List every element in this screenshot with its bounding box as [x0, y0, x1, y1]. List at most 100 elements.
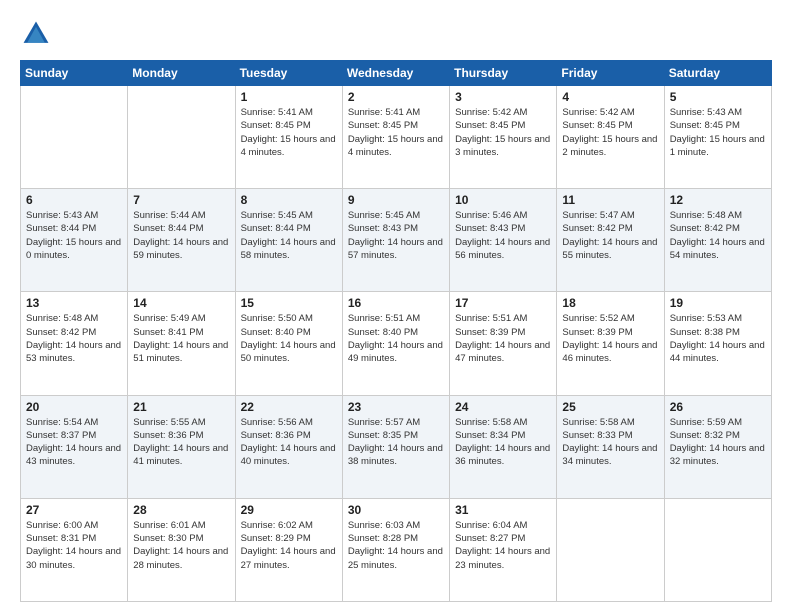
calendar-cell: 30 Sunrise: 6:03 AMSunset: 8:28 PMDayligh…: [342, 498, 449, 601]
day-info: Sunrise: 5:45 AMSunset: 8:43 PMDaylight:…: [348, 209, 444, 262]
calendar-cell: 1Sunrise: 5:41 AMSunset: 8:45 PMDaylight…: [235, 86, 342, 189]
day-info: Sunrise: 6:01 AMSunset: 8:30 PMDaylight:…: [133, 519, 229, 572]
day-number: 28: [133, 503, 229, 517]
day-number: 4: [562, 90, 658, 104]
day-info: Sunrise: 5:58 AMSunset: 8:34 PMDaylight:…: [455, 416, 551, 469]
calendar-cell: 2 Sunrise: 5:41 AMSunset: 8:45 PMDaylight…: [342, 86, 449, 189]
day-number: 24: [455, 400, 551, 414]
day-info: Sunrise: 5:51 AMSunset: 8:40 PMDaylight:…: [348, 312, 444, 365]
calendar-week-row: 20 Sunrise: 5:54 AMSunset: 8:37 PMDayligh…: [21, 395, 772, 498]
calendar-cell: 22Sunrise: 5:56 AMSunset: 8:36 PMDayligh…: [235, 395, 342, 498]
weekday-header: Friday: [557, 61, 664, 86]
day-info: Sunrise: 5:43 AMSunset: 8:44 PMDaylight:…: [26, 209, 122, 262]
day-number: 11: [562, 193, 658, 207]
calendar-cell: 6Sunrise: 5:43 AMSunset: 8:44 PMDaylight…: [21, 189, 128, 292]
day-info: Sunrise: 5:43 AMSunset: 8:45 PMDaylight:…: [670, 106, 766, 159]
day-info: Sunrise: 5:54 AMSunset: 8:37 PMDaylight:…: [26, 416, 122, 469]
calendar-cell: 25Sunrise: 5:58 AMSunset: 8:33 PMDayligh…: [557, 395, 664, 498]
day-info: Sunrise: 5:42 AMSunset: 8:45 PMDaylight:…: [455, 106, 551, 159]
calendar-cell: 10 Sunrise: 5:46 AMSunset: 8:43 PMDayligh…: [450, 189, 557, 292]
day-info: Sunrise: 5:48 AMSunset: 8:42 PMDaylight:…: [26, 312, 122, 365]
calendar-cell: 29Sunrise: 6:02 AMSunset: 8:29 PMDayligh…: [235, 498, 342, 601]
day-info: Sunrise: 5:51 AMSunset: 8:39 PMDaylight:…: [455, 312, 551, 365]
calendar-cell: 14 Sunrise: 5:49 AMSunset: 8:41 PMDayligh…: [128, 292, 235, 395]
header: [20, 18, 772, 50]
weekday-header: Wednesday: [342, 61, 449, 86]
day-info: Sunrise: 5:44 AMSunset: 8:44 PMDaylight:…: [133, 209, 229, 262]
calendar-cell: [664, 498, 771, 601]
calendar-cell: 13 Sunrise: 5:48 AMSunset: 8:42 PMDayligh…: [21, 292, 128, 395]
day-number: 29: [241, 503, 337, 517]
day-number: 30: [348, 503, 444, 517]
day-info: Sunrise: 5:59 AMSunset: 8:32 PMDaylight:…: [670, 416, 766, 469]
calendar-cell: 31 Sunrise: 6:04 AMSunset: 8:27 PMDayligh…: [450, 498, 557, 601]
day-number: 26: [670, 400, 766, 414]
day-info: Sunrise: 5:45 AMSunset: 8:44 PMDaylight:…: [241, 209, 337, 262]
day-number: 2: [348, 90, 444, 104]
day-info: Sunrise: 5:49 AMSunset: 8:41 PMDaylight:…: [133, 312, 229, 365]
calendar-cell: 18Sunrise: 5:52 AMSunset: 8:39 PMDayligh…: [557, 292, 664, 395]
day-number: 27: [26, 503, 122, 517]
calendar-cell: [21, 86, 128, 189]
logo: [20, 18, 56, 50]
day-info: Sunrise: 5:57 AMSunset: 8:35 PMDaylight:…: [348, 416, 444, 469]
calendar-cell: 9 Sunrise: 5:45 AMSunset: 8:43 PMDaylight…: [342, 189, 449, 292]
calendar-cell: 12 Sunrise: 5:48 AMSunset: 8:42 PMDayligh…: [664, 189, 771, 292]
day-number: 15: [241, 296, 337, 310]
calendar-cell: 3 Sunrise: 5:42 AMSunset: 8:45 PMDaylight…: [450, 86, 557, 189]
day-number: 19: [670, 296, 766, 310]
calendar-cell: 7 Sunrise: 5:44 AMSunset: 8:44 PMDaylight…: [128, 189, 235, 292]
day-info: Sunrise: 5:55 AMSunset: 8:36 PMDaylight:…: [133, 416, 229, 469]
day-info: Sunrise: 5:53 AMSunset: 8:38 PMDaylight:…: [670, 312, 766, 365]
day-number: 18: [562, 296, 658, 310]
weekday-header: Monday: [128, 61, 235, 86]
weekday-header: Saturday: [664, 61, 771, 86]
calendar-cell: 28 Sunrise: 6:01 AMSunset: 8:30 PMDayligh…: [128, 498, 235, 601]
day-number: 13: [26, 296, 122, 310]
day-number: 14: [133, 296, 229, 310]
weekday-header: Tuesday: [235, 61, 342, 86]
day-number: 22: [241, 400, 337, 414]
day-info: Sunrise: 5:47 AMSunset: 8:42 PMDaylight:…: [562, 209, 658, 262]
day-info: Sunrise: 5:50 AMSunset: 8:40 PMDaylight:…: [241, 312, 337, 365]
weekday-header: Thursday: [450, 61, 557, 86]
day-info: Sunrise: 6:00 AMSunset: 8:31 PMDaylight:…: [26, 519, 122, 572]
calendar-cell: [128, 86, 235, 189]
day-number: 23: [348, 400, 444, 414]
page: SundayMondayTuesdayWednesdayThursdayFrid…: [0, 0, 792, 612]
calendar-cell: 24 Sunrise: 5:58 AMSunset: 8:34 PMDayligh…: [450, 395, 557, 498]
day-number: 25: [562, 400, 658, 414]
calendar-week-row: 6Sunrise: 5:43 AMSunset: 8:44 PMDaylight…: [21, 189, 772, 292]
calendar-cell: 19 Sunrise: 5:53 AMSunset: 8:38 PMDayligh…: [664, 292, 771, 395]
calendar-week-row: 27 Sunrise: 6:00 AMSunset: 8:31 PMDayligh…: [21, 498, 772, 601]
day-info: Sunrise: 6:03 AMSunset: 8:28 PMDaylight:…: [348, 519, 444, 572]
day-number: 7: [133, 193, 229, 207]
day-number: 12: [670, 193, 766, 207]
calendar-cell: 16 Sunrise: 5:51 AMSunset: 8:40 PMDayligh…: [342, 292, 449, 395]
weekday-header: Sunday: [21, 61, 128, 86]
calendar-cell: 23 Sunrise: 5:57 AMSunset: 8:35 PMDayligh…: [342, 395, 449, 498]
day-info: Sunrise: 6:04 AMSunset: 8:27 PMDaylight:…: [455, 519, 551, 572]
day-number: 20: [26, 400, 122, 414]
weekday-header-row: SundayMondayTuesdayWednesdayThursdayFrid…: [21, 61, 772, 86]
calendar-week-row: 13 Sunrise: 5:48 AMSunset: 8:42 PMDayligh…: [21, 292, 772, 395]
day-number: 16: [348, 296, 444, 310]
day-number: 10: [455, 193, 551, 207]
calendar-week-row: 1Sunrise: 5:41 AMSunset: 8:45 PMDaylight…: [21, 86, 772, 189]
calendar-cell: 21 Sunrise: 5:55 AMSunset: 8:36 PMDayligh…: [128, 395, 235, 498]
calendar-cell: 4 Sunrise: 5:42 AMSunset: 8:45 PMDaylight…: [557, 86, 664, 189]
day-info: Sunrise: 5:41 AMSunset: 8:45 PMDaylight:…: [348, 106, 444, 159]
day-info: Sunrise: 5:48 AMSunset: 8:42 PMDaylight:…: [670, 209, 766, 262]
day-number: 9: [348, 193, 444, 207]
calendar-cell: [557, 498, 664, 601]
day-number: 5: [670, 90, 766, 104]
calendar-cell: 20 Sunrise: 5:54 AMSunset: 8:37 PMDayligh…: [21, 395, 128, 498]
logo-icon: [20, 18, 52, 50]
day-number: 31: [455, 503, 551, 517]
day-info: Sunrise: 5:42 AMSunset: 8:45 PMDaylight:…: [562, 106, 658, 159]
calendar-cell: 27 Sunrise: 6:00 AMSunset: 8:31 PMDayligh…: [21, 498, 128, 601]
day-number: 21: [133, 400, 229, 414]
day-info: Sunrise: 5:41 AMSunset: 8:45 PMDaylight:…: [241, 106, 337, 159]
day-number: 3: [455, 90, 551, 104]
day-info: Sunrise: 5:46 AMSunset: 8:43 PMDaylight:…: [455, 209, 551, 262]
